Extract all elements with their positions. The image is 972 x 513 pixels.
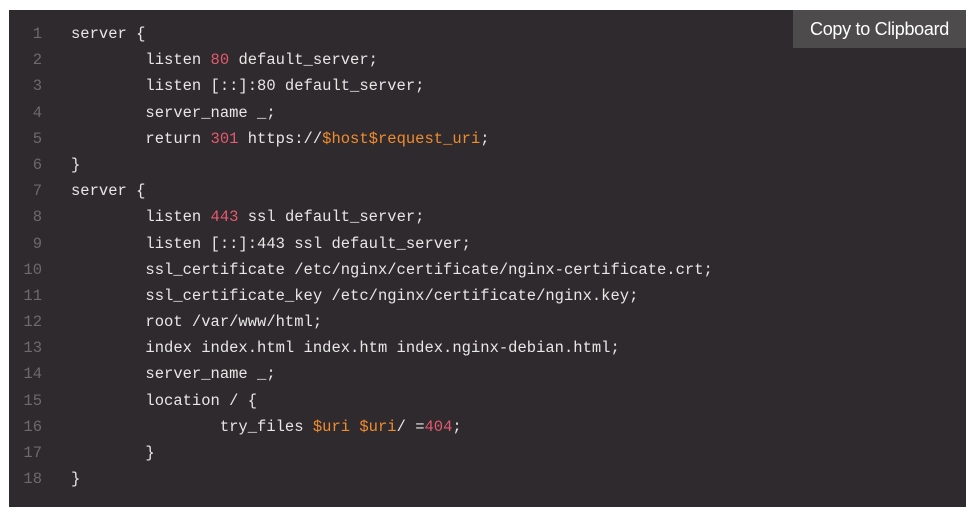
code-line: 12 root /var/www/html;	[9, 309, 966, 335]
line-number: 4	[32, 103, 42, 122]
line-number: 12	[23, 313, 42, 332]
line-code: listen [::]:443 ssl default_server;	[71, 231, 471, 257]
line-number: 2	[32, 51, 42, 70]
line-number: 15	[23, 391, 42, 410]
code-token: listen [::]:80 default_server;	[71, 77, 425, 96]
code-token: index index.html index.htm index.nginx-d…	[71, 339, 620, 358]
code-token: }	[71, 444, 155, 462]
line-code: index index.html index.htm index.nginx-d…	[71, 335, 620, 361]
code-line: 6}	[9, 152, 966, 178]
code-block: Copy to Clipboard 1 server {2 listen 80 d…	[9, 10, 966, 507]
number-token: 301	[210, 129, 239, 148]
code-line: 15 location / {	[9, 388, 966, 414]
line-number: 18	[23, 470, 42, 489]
line-code: ssl_certificate /etc/nginx/certificate/n…	[71, 257, 713, 283]
code-token: try_files	[71, 417, 313, 436]
line-code: }	[71, 466, 80, 492]
code-line: 13 index index.html index.htm index.ngin…	[9, 335, 966, 361]
code-line: 1 server {	[9, 21, 966, 47]
line-code: }	[71, 440, 155, 466]
code-line: 17 }	[9, 440, 966, 466]
line-code: return 301 https://$host$request_uri;	[71, 126, 490, 152]
code-token: listen [::]:443 ssl default_server;	[71, 234, 471, 253]
code-token: ;	[480, 129, 490, 148]
line-code: server_name _;	[71, 100, 276, 126]
code-line: 14 server_name _;	[9, 361, 966, 387]
line-number: 17	[23, 444, 42, 462]
code-line: 3 listen [::]:80 default_server;	[9, 73, 966, 99]
code-token: listen	[71, 51, 211, 70]
code-token: https://	[238, 129, 323, 148]
code-token: default_server;	[229, 51, 378, 70]
code-token: / =	[396, 417, 425, 436]
line-code: ssl_certificate_key /etc/nginx/certifica…	[71, 283, 638, 309]
line-number: 9	[32, 234, 42, 253]
number-token: 404	[424, 417, 453, 436]
code-token: ssl_certificate /etc/nginx/certificate/n…	[71, 260, 713, 279]
line-code: location / {	[71, 388, 257, 414]
code-token: }	[71, 155, 81, 174]
line-code: listen 80 default_server;	[71, 47, 378, 73]
code-line: 18}	[9, 466, 966, 492]
code-token: }	[71, 470, 81, 489]
line-code: root /var/www/html;	[71, 309, 322, 335]
page: Copy to Clipboard 1 server {2 listen 80 d…	[0, 0, 972, 513]
variable-token: $uri	[359, 417, 397, 436]
code-token: location / {	[71, 391, 258, 410]
code-line: 9 listen [::]:443 ssl default_server;	[9, 231, 966, 257]
code-line: 8 listen 443 ssl default_server;	[9, 204, 966, 230]
line-number: 7	[32, 182, 42, 201]
variable-token: $host$request_uri	[322, 129, 481, 148]
line-code: server {	[71, 21, 145, 47]
code-line: 7 server {	[9, 178, 966, 204]
code-token: server {	[71, 25, 146, 43]
number-token: 80	[210, 51, 230, 70]
code-token: server {	[71, 182, 146, 201]
code-token: server_name _;	[71, 103, 276, 122]
code-line: 4 server_name _;	[9, 100, 966, 126]
line-code: listen [::]:80 default_server;	[71, 73, 424, 99]
code-lines: 1 server {2 listen 80 default_server; 3 li…	[9, 21, 966, 492]
line-number: 14	[23, 365, 42, 384]
line-code: }	[71, 152, 80, 178]
line-code: try_files $uri $uri/ =404;	[71, 414, 462, 440]
line-number: 5	[32, 129, 42, 148]
code-token: return	[71, 129, 211, 148]
code-line: 2 listen 80 default_server;	[9, 47, 966, 73]
line-number: 10	[23, 260, 42, 279]
line-number: 1	[32, 25, 42, 43]
code-token: ssl default_server;	[238, 208, 425, 227]
code-token: ;	[452, 417, 462, 436]
line-number: 6	[32, 155, 42, 174]
line-number: 8	[32, 208, 42, 227]
code-token: server_name _;	[71, 365, 276, 384]
code-token: root /var/www/html;	[71, 313, 323, 332]
line-number: 11	[23, 286, 42, 305]
line-code: server {	[71, 178, 145, 204]
variable-token: $uri	[312, 417, 351, 436]
code-line: 11 ssl_certificate_key /etc/nginx/certif…	[9, 283, 966, 309]
line-code: server_name _;	[71, 361, 276, 387]
code-line: 16 try_files $uri $uri/ =404;	[9, 414, 966, 440]
line-number: 16	[23, 417, 42, 436]
line-number: 3	[32, 77, 42, 96]
line-code: listen 443 ssl default_server;	[71, 204, 424, 230]
code-token: ssl_certificate_key /etc/nginx/certifica…	[71, 286, 639, 305]
code-line: 5 return 301 https://$host$request_uri;	[9, 126, 966, 152]
number-token: 443	[210, 208, 239, 227]
code-line: 10 ssl_certificate /etc/nginx/certificat…	[9, 257, 966, 283]
line-number: 13	[23, 339, 42, 358]
code-token: listen	[71, 208, 211, 227]
